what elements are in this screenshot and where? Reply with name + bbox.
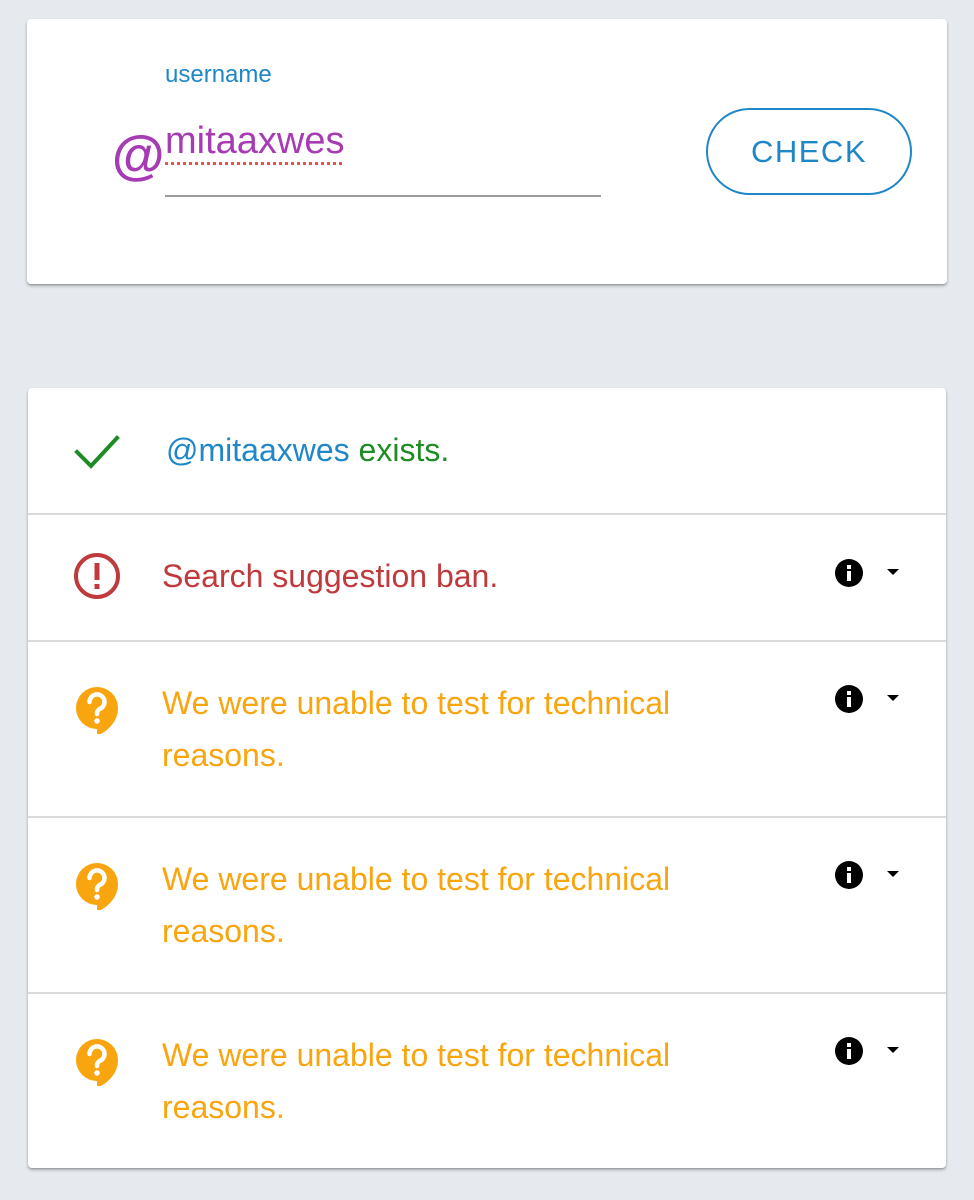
result-text: Search suggestion ban. — [162, 558, 499, 594]
info-icon — [835, 685, 863, 713]
check-button[interactable]: CHECK — [706, 108, 912, 195]
result-text: We were unable to test for technical rea… — [162, 1037, 671, 1125]
dropdown-caret-icon — [887, 871, 899, 877]
result-row-search-suggestion-ban: Search suggestion ban. — [28, 513, 946, 640]
result-text: We were unable to test for technical rea… — [162, 861, 671, 949]
dropdown-caret-icon — [887, 569, 899, 575]
info-dropdown-button[interactable] — [833, 685, 905, 715]
question-bubble-icon — [76, 863, 118, 910]
info-icon — [835, 861, 863, 889]
username-card: @ username mitaaxwes CHECK — [27, 19, 947, 284]
result-text: We were unable to test for technical rea… — [162, 685, 671, 773]
username-value[interactable]: mitaaxwes — [165, 120, 345, 163]
result-exists-label: exists. — [358, 432, 450, 468]
result-row-technical-1: We were unable to test for technical rea… — [28, 640, 946, 816]
result-handle: @mitaaxwes — [166, 432, 350, 468]
results-card: @mitaaxwes exists. Search suggestion ban… — [28, 388, 946, 1168]
question-bubble-icon — [76, 1039, 118, 1086]
username-input[interactable]: mitaaxwes — [165, 119, 601, 197]
info-dropdown-button[interactable] — [833, 1037, 905, 1067]
info-icon — [835, 1037, 863, 1065]
result-row-technical-2: We were unable to test for technical rea… — [28, 816, 946, 992]
dropdown-caret-icon — [887, 695, 899, 701]
check-icon — [74, 435, 120, 469]
result-row-exists: @mitaaxwes exists. — [28, 388, 946, 513]
question-bubble-icon — [76, 687, 118, 734]
info-dropdown-button[interactable] — [833, 861, 905, 891]
result-exists-text: @mitaaxwes exists. — [166, 424, 746, 476]
alert-circle-icon — [74, 553, 120, 599]
username-label: username — [165, 61, 272, 88]
dropdown-caret-icon — [887, 1047, 899, 1053]
at-sign-icon: @ — [111, 126, 164, 186]
info-dropdown-button[interactable] — [833, 559, 905, 589]
info-icon — [835, 559, 863, 587]
result-row-technical-3: We were unable to test for technical rea… — [28, 992, 946, 1168]
